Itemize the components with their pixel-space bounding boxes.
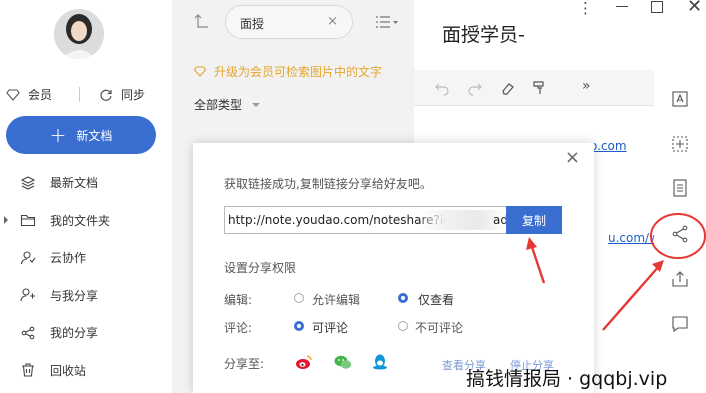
allow-edit-label[interactable]: 允许编辑 bbox=[312, 291, 360, 308]
share-link-field[interactable]: http://note.youdao.com/noteshare?id= ad bbox=[224, 206, 507, 234]
share-dialog: × 获取链接成功,复制链接分享给好友吧。 http://note.youdao.… bbox=[193, 143, 594, 393]
chevron-down-icon bbox=[252, 102, 261, 107]
search-input[interactable]: 面授 × bbox=[225, 5, 353, 39]
more-menu-icon[interactable]: ⋮ bbox=[578, 0, 593, 17]
sidebar-item-label: 与我分享 bbox=[50, 288, 99, 303]
no-comment-label[interactable]: 不可评论 bbox=[415, 319, 463, 336]
view-only-radio[interactable] bbox=[398, 293, 408, 303]
comment-icon[interactable] bbox=[670, 314, 690, 334]
share-icon bbox=[21, 326, 35, 340]
doc-link[interactable]: u.com/w bbox=[608, 231, 659, 245]
edit-permission-label: 编辑: bbox=[224, 293, 253, 307]
member-label: 会员 bbox=[28, 88, 53, 102]
doc-link[interactable]: o.com bbox=[590, 139, 627, 153]
sidebar-item-label: 我的文件夹 bbox=[50, 213, 111, 228]
right-tool-rail bbox=[654, 70, 706, 393]
editor-toolbar: » bbox=[414, 70, 654, 106]
sidebar-item-label: 我的分享 bbox=[50, 326, 99, 341]
sync-icon bbox=[100, 89, 112, 101]
watermark: 搞钱情报局 · gqqbj.vip bbox=[466, 368, 668, 390]
share-icon[interactable] bbox=[670, 224, 690, 244]
list-view-icon[interactable] bbox=[374, 14, 398, 30]
sync-label: 同步 bbox=[121, 88, 146, 102]
sidebar-item-collab[interactable]: 云协作 bbox=[0, 239, 172, 277]
sidebar-item-my-folders[interactable]: 我的文件夹 bbox=[0, 202, 172, 240]
type-filter-dropdown[interactable]: 全部类型 bbox=[194, 96, 261, 113]
diamond-icon bbox=[6, 88, 20, 101]
text-box-icon[interactable] bbox=[670, 89, 690, 109]
sidebar-item-trash[interactable]: 回收站 bbox=[0, 352, 172, 390]
copy-button[interactable]: 复制 bbox=[506, 206, 562, 234]
wechat-icon[interactable] bbox=[333, 352, 353, 372]
type-filter-label: 全部类型 bbox=[194, 98, 243, 112]
undo-icon[interactable] bbox=[434, 80, 450, 96]
more-tools-icon[interactable]: » bbox=[582, 78, 598, 94]
document-title[interactable]: 面授学员- bbox=[442, 20, 525, 47]
new-doc-label: 新文档 bbox=[76, 128, 113, 143]
diamond-icon bbox=[194, 66, 206, 77]
share-success-message: 获取链接成功,复制链接分享给好友吧。 bbox=[224, 177, 432, 191]
collab-icon bbox=[20, 251, 36, 264]
sidebar: 会员 同步 + 新文档 最新文档 我的文件夹 云协作 与我分享 我的分享 回收站 bbox=[0, 0, 172, 393]
insert-icon[interactable] bbox=[670, 134, 690, 154]
eraser-icon[interactable] bbox=[500, 80, 516, 96]
sidebar-nav: 最新文档 我的文件夹 云协作 与我分享 我的分享 回收站 bbox=[0, 164, 172, 389]
share-link-tail: ad bbox=[493, 213, 507, 227]
search-value: 面授 bbox=[240, 17, 265, 31]
sidebar-item-recent[interactable]: 最新文档 bbox=[0, 164, 172, 202]
sidebar-item-shared-with-me[interactable]: 与我分享 bbox=[0, 277, 172, 315]
folder-icon bbox=[20, 215, 36, 227]
divider bbox=[79, 87, 80, 102]
format-painter-icon[interactable] bbox=[531, 80, 547, 96]
minimize-icon[interactable] bbox=[616, 6, 628, 7]
sidebar-item-label: 云协作 bbox=[50, 251, 87, 266]
shared-with-me-icon bbox=[20, 288, 35, 302]
qq-icon[interactable] bbox=[370, 352, 390, 372]
close-window-icon[interactable]: ✕ bbox=[687, 0, 702, 17]
sidebar-item-label: 回收站 bbox=[50, 363, 87, 378]
allow-edit-radio[interactable] bbox=[294, 293, 304, 303]
layers-icon bbox=[20, 176, 36, 190]
plus-icon: + bbox=[49, 123, 67, 147]
clear-search-icon[interactable]: × bbox=[327, 14, 338, 29]
permission-title: 设置分享权限 bbox=[224, 261, 297, 275]
view-only-label[interactable]: 仅查看 bbox=[418, 291, 454, 308]
redo-icon[interactable] bbox=[467, 80, 483, 96]
sidebar-item-my-shares[interactable]: 我的分享 bbox=[0, 314, 172, 352]
allow-comment-label[interactable]: 可评论 bbox=[312, 319, 348, 336]
upgrade-tip-text: 升级为会员可检索图片中的文字 bbox=[214, 65, 383, 79]
document-info-icon[interactable] bbox=[670, 178, 690, 198]
new-doc-button[interactable]: + 新文档 bbox=[6, 116, 156, 154]
comment-permission-label: 评论: bbox=[224, 321, 253, 335]
no-comment-radio[interactable] bbox=[398, 321, 408, 331]
back-icon[interactable] bbox=[192, 12, 212, 32]
share-to-label: 分享至: bbox=[224, 357, 265, 371]
weibo-icon[interactable] bbox=[294, 352, 314, 372]
export-icon[interactable] bbox=[670, 269, 690, 289]
member-sync-row: 会员 同步 bbox=[0, 86, 172, 104]
avatar[interactable] bbox=[54, 9, 104, 59]
maximize-icon[interactable] bbox=[651, 1, 663, 13]
trash-icon bbox=[22, 363, 34, 377]
upgrade-tip[interactable]: 升级为会员可检索图片中的文字 bbox=[194, 63, 382, 80]
sync-button[interactable]: 同步 bbox=[99, 86, 145, 103]
expand-caret-icon[interactable] bbox=[4, 216, 8, 225]
member-button[interactable]: 会员 bbox=[6, 86, 52, 103]
allow-comment-radio[interactable] bbox=[294, 321, 304, 331]
close-icon[interactable]: × bbox=[565, 147, 580, 168]
sidebar-item-label: 最新文档 bbox=[50, 176, 99, 191]
